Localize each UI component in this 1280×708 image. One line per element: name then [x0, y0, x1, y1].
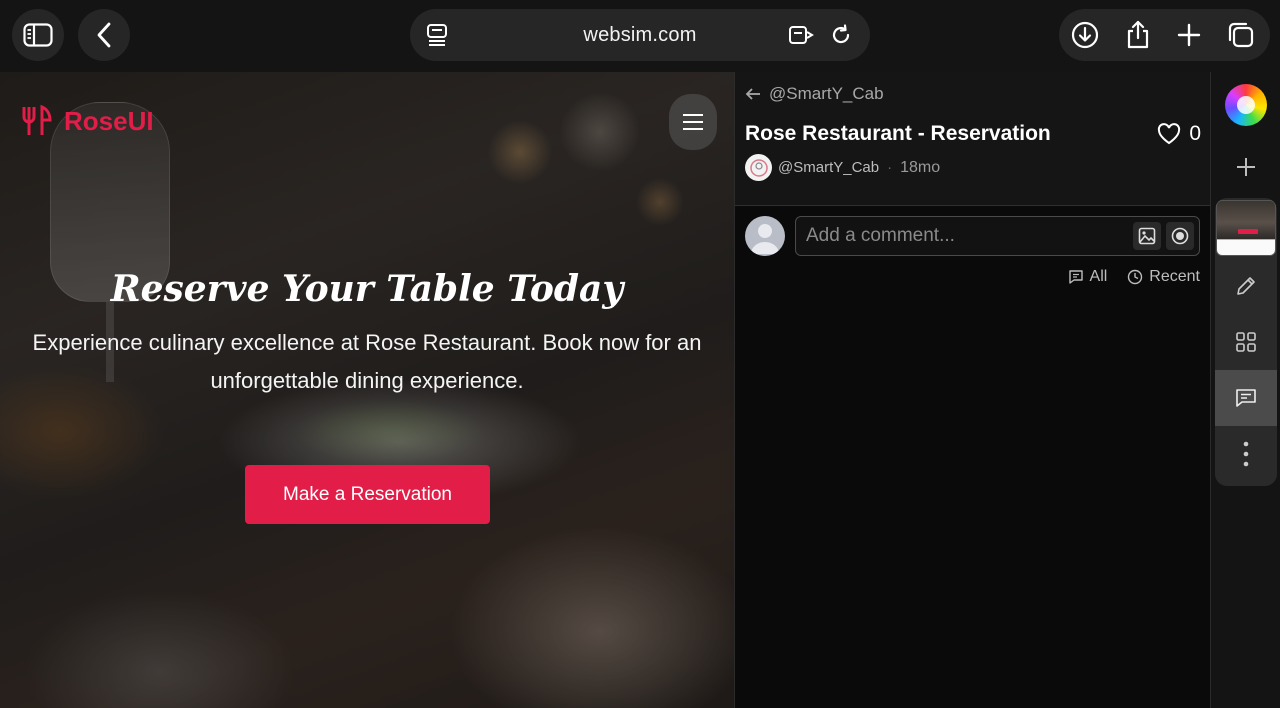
website-preview: RoseUI Reserve Your Table Today Experien…	[0, 72, 734, 708]
more-button[interactable]	[1215, 426, 1277, 482]
attach-image-icon[interactable]	[1133, 222, 1161, 250]
make-reservation-button[interactable]: Make a Reservation	[245, 465, 490, 524]
browser-toolbar: websim.com	[0, 0, 1280, 72]
share-icon[interactable]	[1124, 20, 1152, 49]
project-header: @SmartY_Cab Rose Restaurant - Reservatio…	[735, 72, 1211, 206]
comment-icon	[1068, 270, 1083, 284]
current-user-avatar	[745, 216, 785, 256]
back-user-label: @SmartY_Cab	[769, 84, 884, 103]
plus-icon[interactable]	[1175, 21, 1203, 49]
filter-recent[interactable]: Recent	[1127, 268, 1200, 286]
like-count: 0	[1189, 122, 1201, 145]
user-icon	[751, 224, 779, 254]
websim-logo-icon[interactable]	[1225, 84, 1267, 126]
tabs-icon[interactable]	[1227, 21, 1255, 49]
rail-tools	[1215, 198, 1277, 486]
back-button[interactable]	[78, 9, 130, 61]
heart-icon	[1158, 123, 1181, 145]
brand-logo[interactable]: RoseUI	[20, 104, 154, 138]
meta-separator: ·	[887, 159, 893, 176]
avatar-icon	[749, 158, 768, 177]
filter-recent-label: Recent	[1149, 268, 1200, 285]
grid-icon	[1236, 332, 1256, 352]
fork-knife-icon	[20, 104, 54, 138]
record-icon[interactable]	[1166, 222, 1194, 250]
comment-filters: All Recent	[1068, 268, 1200, 286]
project-age: 18mo	[900, 158, 941, 176]
chevron-left-icon	[97, 22, 111, 48]
clock-icon	[1128, 269, 1143, 285]
edit-button[interactable]	[1215, 258, 1277, 314]
new-project-button[interactable]	[1231, 152, 1261, 182]
thumbnail-cta-mark	[1238, 229, 1258, 234]
filter-all-label: All	[1089, 268, 1108, 285]
hamburger-menu-button[interactable]	[669, 94, 717, 150]
plus-icon	[1237, 158, 1255, 176]
author-avatar[interactable]	[745, 154, 772, 181]
project-panel: @SmartY_Cab Rose Restaurant - Reservatio…	[734, 72, 1211, 708]
sidebar-toggle-button[interactable]	[12, 9, 64, 61]
tab-switch-icon[interactable]	[788, 22, 814, 48]
author-name[interactable]: @SmartY_Cab	[778, 159, 879, 176]
toolbar-actions	[1059, 9, 1270, 61]
preview-thumbnail[interactable]	[1216, 200, 1276, 256]
sidebar-icon	[23, 23, 53, 47]
arrow-left-icon	[745, 88, 760, 100]
tool-rail	[1210, 72, 1280, 708]
address-bar[interactable]: websim.com	[410, 9, 870, 61]
reload-icon[interactable]	[828, 22, 854, 48]
menu-icon	[683, 114, 703, 130]
comment-icon	[1236, 389, 1256, 407]
like-button[interactable]: 0	[1157, 122, 1201, 146]
more-vertical-icon	[1243, 441, 1249, 467]
comment-input[interactable]	[806, 217, 1126, 255]
project-title: Rose Restaurant - Reservation	[745, 122, 1051, 145]
apps-button[interactable]	[1215, 314, 1277, 370]
download-icon[interactable]	[1071, 21, 1099, 49]
filter-all[interactable]: All	[1068, 268, 1108, 286]
hero-title: Reserve Your Table Today	[110, 268, 624, 310]
pencil-icon	[1237, 277, 1255, 295]
back-to-user-link[interactable]: @SmartY_Cab	[745, 84, 884, 104]
comment-box	[795, 216, 1200, 256]
brand-name: RoseUI	[64, 105, 154, 136]
hero-subtitle: Experience culinary excellence at Rose R…	[32, 330, 702, 393]
comments-button[interactable]	[1215, 370, 1277, 426]
project-meta: @SmartY_Cab · 18mo	[745, 154, 940, 181]
